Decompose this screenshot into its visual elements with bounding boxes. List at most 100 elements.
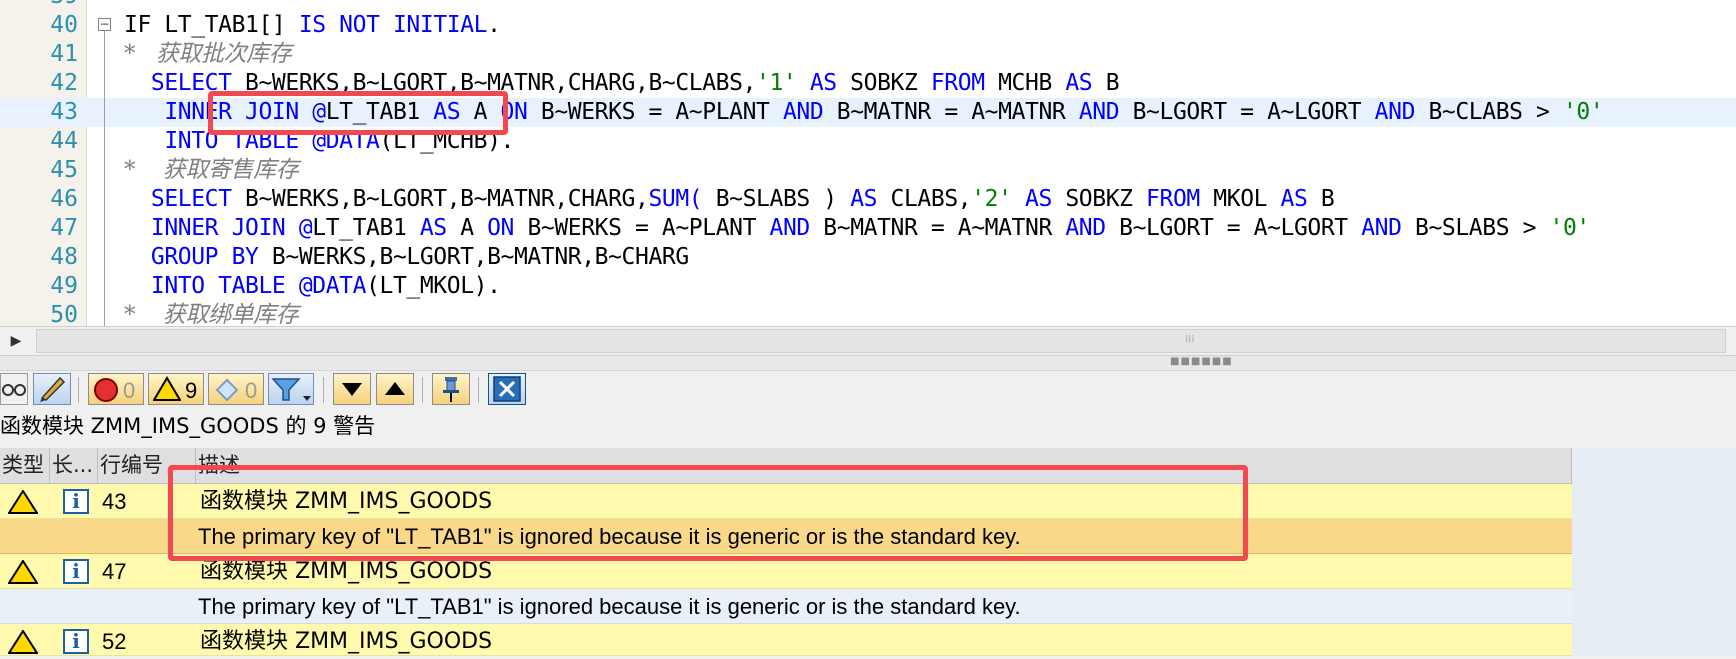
code-token: IF	[124, 12, 165, 38]
code-token: B~WERKS = A~PLANT	[540, 99, 783, 125]
code-text[interactable]: IF LT_TAB1[] IS NOT INITIAL.	[124, 11, 501, 40]
code-text[interactable]: * 获取绑单库存	[124, 301, 299, 326]
code-line[interactable]: 41 * 获取批次库存	[0, 40, 1736, 69]
code-token: SOBKZ	[1065, 186, 1147, 212]
code-line[interactable]: 47 INNER JOIN @LT_TAB1 AS A ON B~WERKS =…	[0, 214, 1736, 243]
code-token: '1'	[756, 70, 797, 96]
warning-filter-button[interactable]: 9	[148, 373, 204, 405]
code-text[interactable]: INNER JOIN @LT_TAB1 AS A ON B~WERKS = A~…	[124, 214, 1590, 243]
code-token: AS	[1065, 70, 1106, 96]
code-token: B~MATNR = A~MATNR	[823, 215, 1066, 241]
fold-toggle-icon[interactable]: −	[98, 18, 111, 31]
glasses-icon[interactable]	[0, 373, 28, 405]
info-icon[interactable]: i	[63, 489, 89, 514]
edit-pencil-icon[interactable]	[33, 373, 71, 405]
code-token: AND	[782, 99, 837, 125]
code-token: INNER JOIN @	[124, 215, 313, 241]
code-token: B~WERKS,B~LGORT,B~MATNR,B~CHARG	[271, 244, 689, 270]
line-number[interactable]: 47	[102, 554, 126, 589]
warning-icon	[8, 490, 38, 514]
highlight-box-message	[168, 465, 1248, 561]
column-header-type[interactable]: 类型	[0, 448, 50, 484]
code-line[interactable]: 39	[0, 0, 1736, 11]
code-line[interactable]: 50 * 获取绑单库存	[0, 301, 1736, 326]
table-row[interactable]: i 52 函数模块 ZMM_IMS_GOODS	[0, 624, 1572, 656]
code-token: AND	[1361, 215, 1416, 241]
info-icon[interactable]: i	[63, 629, 89, 654]
code-token: (LT_MKOL).	[366, 273, 501, 299]
horizontal-scrollbar[interactable]: ▶ ⁞⁞⁞	[0, 326, 1736, 356]
pane-splitter[interactable]: ■■■■■■	[0, 356, 1736, 370]
code-line[interactable]: 48 GROUP BY B~WERKS,B~LGORT,B~MATNR,B~CH…	[0, 243, 1736, 272]
table-background	[1572, 448, 1736, 656]
close-icon	[493, 376, 521, 402]
toolbar-separator	[478, 377, 479, 403]
error-count: 0	[123, 378, 136, 403]
line-number: 44	[50, 128, 78, 154]
scroll-grip-icon: ⁞⁞⁞	[1185, 334, 1195, 345]
line-number: 46	[50, 186, 78, 212]
arrow-down-icon	[342, 383, 362, 396]
code-token: GROUP BY	[124, 244, 272, 270]
line-number: 50	[50, 302, 78, 326]
message-toolbar: 0 9 0	[0, 370, 1736, 409]
column-header-long-text[interactable]: 长...	[50, 448, 98, 484]
code-token: B~SLABS )	[715, 186, 851, 212]
code-token: B~WERKS = A~PLANT	[527, 215, 770, 241]
code-text[interactable]: GROUP BY B~WERKS,B~LGORT,B~MATNR,B~CHARG	[124, 243, 689, 272]
filter-dropdown-button[interactable]	[268, 373, 314, 405]
code-text[interactable]: * 获取批次库存	[124, 40, 292, 69]
code-token: B~LGORT = A~LGORT	[1119, 215, 1362, 241]
code-token: AND	[1078, 99, 1133, 125]
code-token: SUM(	[648, 186, 716, 212]
fold-guide-line	[104, 31, 105, 326]
info-icon[interactable]: i	[63, 559, 89, 584]
close-messages-button[interactable]	[488, 373, 526, 405]
next-message-button[interactable]	[333, 373, 371, 405]
toolbar-separator	[323, 377, 324, 403]
code-line[interactable]: 49 INTO TABLE @DATA(LT_MKOL).	[0, 272, 1736, 301]
line-number: 40	[50, 12, 78, 38]
pin-button[interactable]	[432, 373, 470, 405]
error-filter-button[interactable]: 0	[88, 373, 144, 405]
code-token: B~WERKS,B~LGORT,B~MATNR,CHARG,	[245, 186, 649, 212]
message-text: The primary key of "LT_TAB1" is ignored …	[198, 594, 1021, 619]
info-filter-button[interactable]: 0	[208, 373, 264, 405]
splitter-grip-icon: ■■■■■■	[1170, 356, 1233, 367]
code-line[interactable]: 45 * 获取寄售库存	[0, 156, 1736, 185]
code-text[interactable]: SELECT B~WERKS,B~LGORT,B~MATNR,CHARG,SUM…	[124, 185, 1335, 214]
code-token: SOBKZ	[850, 70, 931, 96]
warning-icon	[153, 376, 181, 401]
code-line[interactable]: 46 SELECT B~WERKS,B~LGORT,B~MATNR,CHARG,…	[0, 185, 1736, 214]
table-row[interactable]: The primary key of "LT_TAB1" is ignored …	[0, 589, 1572, 624]
code-token: * 获取寄售库存	[124, 157, 299, 183]
code-token: FROM	[930, 70, 999, 96]
message-module: 函数模块 ZMM_IMS_GOODS	[200, 629, 493, 654]
code-token: * 获取批次库存	[124, 41, 292, 67]
previous-message-button[interactable]	[376, 373, 414, 405]
line-number[interactable]: 52	[102, 624, 126, 659]
code-token: '0'	[1549, 215, 1591, 241]
scroll-left-arrow-icon[interactable]: ▶	[0, 327, 32, 355]
code-token: MCHB	[998, 70, 1066, 96]
code-token: INTO TABLE @DATA	[124, 273, 367, 299]
code-token: AS	[796, 70, 851, 96]
code-token: LT_TAB1	[312, 215, 420, 241]
warning-icon	[8, 560, 38, 584]
code-token: LT_TAB1[]	[164, 12, 299, 38]
diamond-info-icon	[215, 378, 239, 402]
code-text[interactable]: * 获取寄售库存	[124, 156, 299, 185]
code-token: AS	[850, 186, 891, 212]
line-number[interactable]: 43	[102, 484, 126, 519]
code-token: FROM	[1146, 186, 1214, 212]
scrollbar-thumb[interactable]: ⁞⁞⁞	[36, 329, 1726, 353]
code-token: AND	[1374, 99, 1429, 125]
toolbar-separator	[422, 377, 423, 403]
code-token: CLABS,	[890, 186, 972, 212]
line-number: 48	[50, 244, 78, 270]
pin-icon	[443, 377, 459, 402]
code-editor[interactable]: 3940 IF LT_TAB1[] IS NOT INITIAL. 41 * 获取批次…	[0, 0, 1736, 326]
code-text[interactable]: INTO TABLE @DATA(LT_MKOL).	[124, 272, 501, 301]
code-token: '2'	[971, 186, 1012, 212]
code-line[interactable]: 40 IF LT_TAB1[] IS NOT INITIAL.	[0, 11, 1736, 40]
